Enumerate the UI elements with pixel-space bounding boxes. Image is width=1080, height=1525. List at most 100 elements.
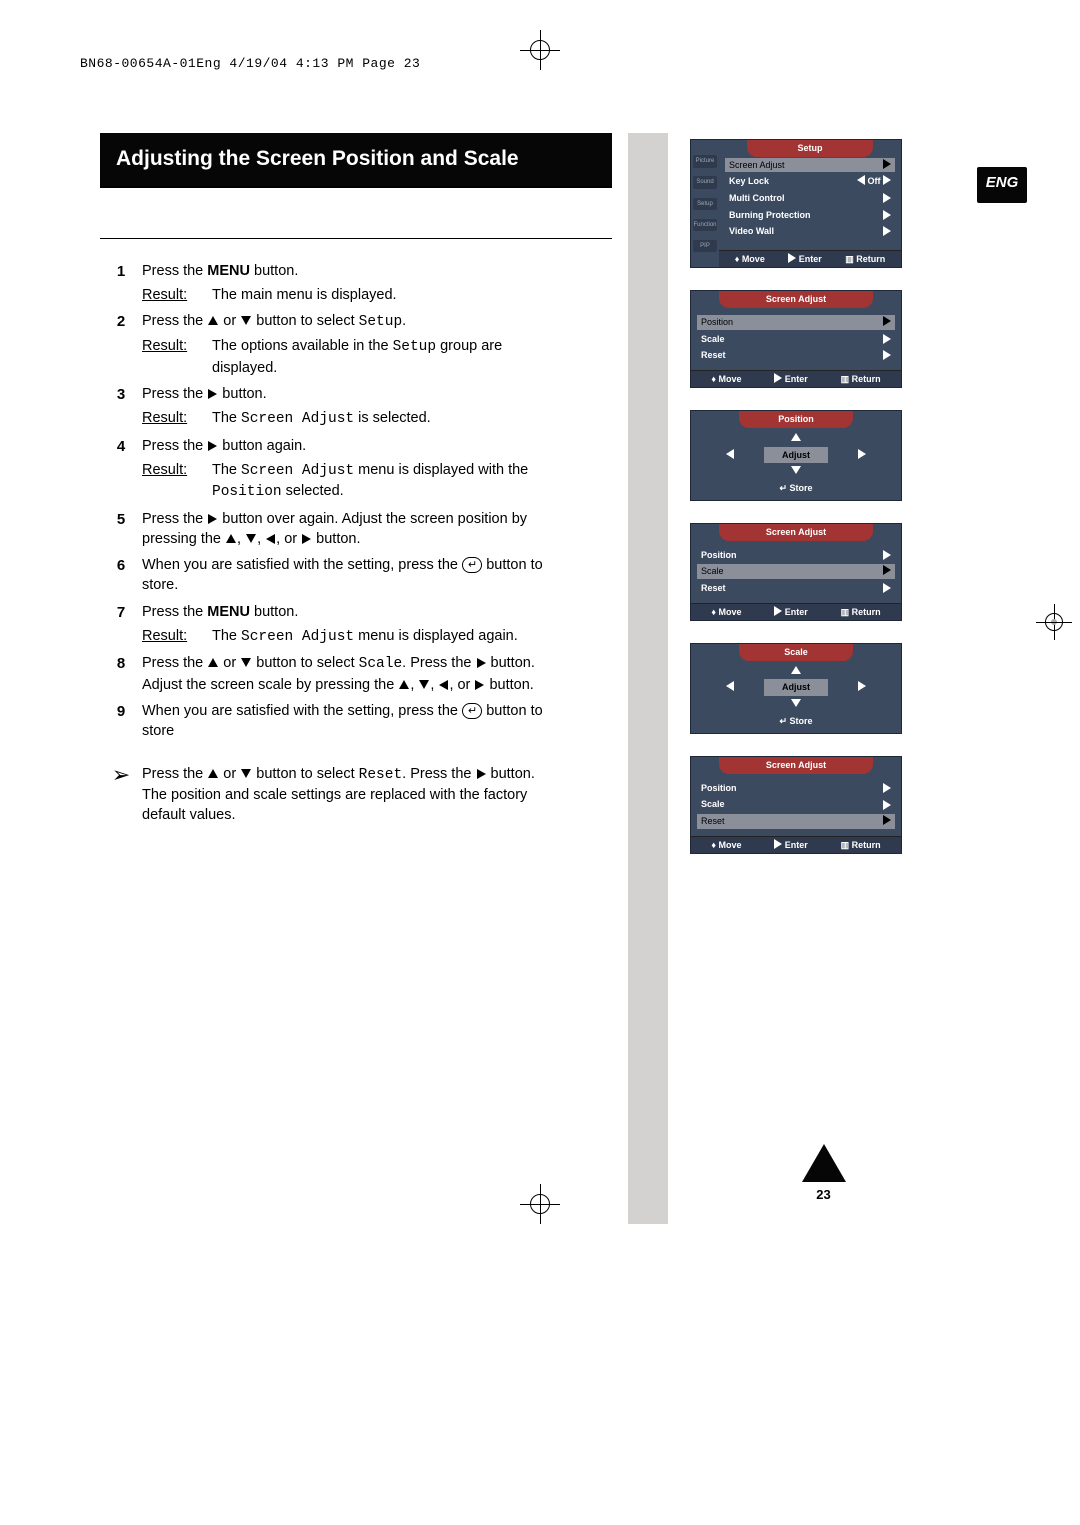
osd-item-selected: Position [697,315,895,330]
osd-item: Position [691,780,901,797]
step-1: 1 Press the MENU button. Result:The main… [100,261,560,306]
right-icon [774,373,782,383]
step-5: 5 Press the button over again. Adjust th… [100,509,560,550]
osd-title: Screen Adjust [719,757,873,774]
osd-footer: ♦ Move Enter▥ Return [691,603,901,621]
up-icon [399,680,409,689]
osd-title: Position [739,411,853,428]
right-icon [883,783,891,793]
right-icon [883,175,891,185]
osd-item-selected: Screen Adjust [725,158,895,173]
right-icon [883,350,891,360]
right-icon [208,389,217,399]
osd-adjust-label: Adjust [764,679,828,696]
right-icon [475,680,484,690]
osd-footer: ♦ Move Enter▥ Return [719,250,901,268]
right-icon [883,334,891,344]
osd-adjust-label: Adjust [764,447,828,464]
down-icon [246,534,256,543]
osd-item-selected: Reset [697,814,895,829]
osd-item: Key Lock Off [719,173,901,190]
right-icon [883,316,891,326]
note-icon: ➢ [100,764,142,826]
page-triangle-icon [802,1144,846,1182]
osd-store: ↵ Store [691,715,901,728]
right-icon [302,534,311,544]
step-num: 3 [100,384,142,430]
osd-store: ↵ Store [691,482,901,495]
crop-mark-bottom [520,1184,560,1224]
up-icon [226,534,236,543]
step-num: 6 [100,555,142,596]
osd-scale: Scale Adjust ↵ Store [690,643,902,734]
right-icon [883,800,891,810]
step-6: 6 When you are satisfied with the settin… [100,555,560,596]
osd-item: Video Wall [719,223,901,240]
step-num: 7 [100,602,142,648]
osd-title: Screen Adjust [719,291,873,308]
right-icon [208,441,217,451]
right-icon [883,565,891,575]
right-icon [858,449,866,459]
rule [100,238,612,239]
osd-title: Scale [739,644,853,661]
right-icon [883,550,891,560]
osd-footer: ♦ Move Enter▥ Return [691,370,901,388]
osd-tab: PIP [693,240,717,252]
osd-screen-adjust-2: Screen Adjust Position Scale Reset ♦ Mov… [690,523,902,621]
left-icon [439,680,448,690]
right-icon [883,193,891,203]
crop-mark-side [1036,604,1072,640]
osd-item: Burning Protection [719,207,901,224]
step-num: 1 [100,261,142,306]
osd-footer: ♦ Move Enter▥ Return [691,836,901,854]
osd-column: ENG Picture Sound Setup Function PIP Set… [612,133,1025,1224]
left-icon [726,681,734,691]
down-icon [419,680,429,689]
left-icon [266,534,275,544]
right-icon [883,226,891,236]
instruction-column: Adjusting the Screen Position and Scale … [100,133,612,1224]
osd-title: Screen Adjust [719,524,873,541]
osd-tab: Sound [693,176,717,188]
page-number: 23 [622,1186,1025,1204]
osd-title: Setup [747,140,873,157]
osd-item: Reset [691,580,901,597]
up-icon [791,666,801,674]
osd-tab: Picture [693,155,717,167]
right-icon [208,514,217,524]
osd-item: Multi Control [719,190,901,207]
osd-position: Position Adjust ↵ Store [690,410,902,501]
osd-sidebar: Picture Sound Setup Function PIP [691,154,719,253]
osd-tab: Setup [693,198,717,210]
right-icon [883,159,891,169]
up-icon [791,433,801,441]
right-icon [774,606,782,616]
osd-item: Reset [691,347,901,364]
step-7: 7 Press the MENU button. Result:The Scre… [100,602,560,648]
down-icon [241,658,251,667]
down-icon [241,769,251,778]
enter-icon: ↵ [462,557,482,573]
step-2: 2 Press the or button to select Setup. R… [100,311,560,378]
osd-item: Scale [691,331,901,348]
step-9: 9 When you are satisfied with the settin… [100,701,560,742]
right-icon [883,210,891,220]
osd-screen-adjust-3: Screen Adjust Position Scale Reset ♦ Mov… [690,756,902,854]
osd-screen-adjust-1: Screen Adjust Position Scale Reset ♦ Mov… [690,290,902,388]
up-icon [208,316,218,325]
step-num: 2 [100,311,142,378]
step-num: 9 [100,701,142,742]
osd-tab: Function [693,219,717,231]
page-title: Adjusting the Screen Position and Scale [100,133,612,187]
step-num: 4 [100,436,142,503]
osd-item-selected: Scale [697,564,895,579]
right-icon [883,583,891,593]
step-num: 5 [100,509,142,550]
enter-icon: ↵ [462,703,482,719]
left-icon [726,449,734,459]
osd-setup: Picture Sound Setup Function PIP Setup S… [690,139,902,268]
step-8: 8 Press the or button to select Scale. P… [100,653,560,695]
left-icon [857,175,865,185]
right-icon [477,769,486,779]
